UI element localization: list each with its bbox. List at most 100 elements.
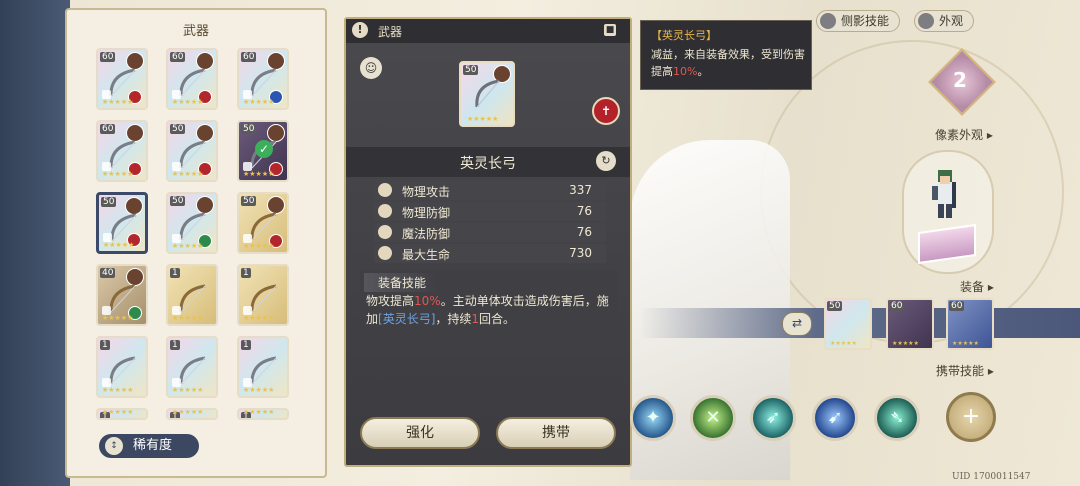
tooltip-text: 。 (697, 65, 709, 78)
sort-rarity-button[interactable]: ↕ 稀有度 (99, 434, 199, 458)
weapon-level: 50 (170, 196, 186, 206)
card-level: 50 (463, 65, 479, 75)
weapon-card[interactable]: 1 ★★★★★ (96, 408, 148, 420)
weapon-card[interactable]: 1 ★★★★★ (237, 264, 289, 326)
magic-shield-icon (378, 225, 392, 239)
rarity-stars: ★★★★★ (102, 386, 134, 394)
weapon-level: 60 (170, 52, 186, 62)
crossbow-icon (109, 356, 136, 385)
rarity-stars: ★★★★★ (172, 386, 204, 394)
skill-burst-icon: ✦ (645, 407, 661, 428)
weapon-card[interactable]: 50 ★★★★★ (96, 192, 148, 254)
upgrade-button[interactable]: 强化 (360, 417, 480, 449)
weapon-level: 60 (100, 52, 116, 62)
stat-value: 730 (569, 246, 592, 260)
weapon-level: 1 (170, 268, 180, 278)
stat-value: 76 (576, 204, 592, 218)
rarity-stars: ★★★★★ (172, 242, 204, 250)
rarity-stars: ★★★★★ (172, 170, 204, 178)
weapon-card[interactable]: 50 ★★★★★ (237, 192, 289, 254)
skill-slot-2[interactable]: ✕ (690, 395, 736, 441)
weapon-list-panel: 武器 60 ★★★★★ 60 ★★★★★ 60 ★★★★★ 60 ★★★★★ 50 ★★★★★ 50… (65, 8, 327, 478)
carry-button[interactable]: 携带 (496, 417, 616, 449)
stat-label: 物理防御 (402, 206, 451, 220)
sword-icon (378, 183, 392, 197)
rarity-stars: ★★★★★ (243, 242, 275, 250)
rarity-stars: ★★★★★ (243, 98, 275, 106)
pixel-appearance-label: 像素外观 ▸ (935, 128, 993, 142)
weapon-card[interactable]: 60 ★★★★★ (96, 48, 148, 110)
rarity-stars: ★★★★★ (243, 170, 275, 178)
add-skill-button[interactable]: + (946, 392, 996, 442)
desc-highlight: 1 (471, 312, 480, 326)
background-left-band (0, 0, 70, 486)
stat-row: 物理攻击 337 (374, 181, 606, 200)
equip-skill-box: 装备技能 物攻提高10%。主动单体攻击造成伤害后，施加[英灵长弓]，持续1回合。 (360, 270, 618, 332)
lock-icon (172, 408, 181, 409)
weapon-level: 60 (241, 52, 257, 62)
equipped-slot-armor[interactable]: 60 ★★★★★ (886, 298, 934, 350)
weapon-card[interactable]: 1 ★★★★★ (237, 336, 289, 398)
weapon-level: 50 (101, 197, 117, 207)
refresh-icon[interactable]: ↻ (596, 151, 616, 171)
weapon-level: 1 (170, 340, 180, 350)
weapon-card[interactable]: 1 ★★★★★ (166, 264, 218, 326)
swap-equipment-icon[interactable]: ⇄ (782, 312, 812, 336)
weapon-card[interactable]: 60 ★★★★★ (237, 48, 289, 110)
stat-value: 337 (569, 183, 592, 197)
user-id: UID 1700011547 (952, 472, 1031, 482)
skill-cross-icon: ✕ (705, 407, 721, 428)
weapon-detail-panel: ! 武器 ■ ☺ 50 ★★★★★ ✝ 英灵长弓 ↻ 物理攻击 337 物理防御… (344, 17, 632, 467)
rarity-stars: ★★★★★ (243, 314, 275, 322)
weapon-card[interactable]: 1 ★★★★★ (96, 336, 148, 398)
detail-header: ! 武器 ■ (346, 19, 630, 43)
skill-volley-icon: ➹ (827, 407, 843, 428)
stat-value: 76 (576, 225, 592, 239)
weapon-card[interactable]: 50 ✓ ★★★★★ (237, 120, 289, 182)
equipped-slot-accessory[interactable]: 60 ★★★★★ (946, 298, 994, 350)
stat-label: 魔法防御 (402, 227, 451, 241)
crossbow-icon (179, 356, 206, 385)
skill-slot-4[interactable]: ➹ (812, 395, 858, 441)
rank-number: 2 (953, 68, 967, 92)
weapon-level: 50 (170, 124, 186, 134)
info-icon[interactable]: ! (352, 22, 368, 38)
crossbow-icon (179, 284, 206, 313)
weapon-card[interactable]: 50 ★★★★★ (166, 192, 218, 254)
skill-slot-1[interactable]: ✦ (630, 395, 676, 441)
weapon-level: 1 (241, 268, 251, 278)
tab-label: 侧影技能 (841, 14, 890, 28)
card-stars: ★★★★★ (467, 115, 499, 123)
stat-row: 最大生命 730 (374, 244, 606, 263)
tooltip-description: 减益，来自装备效果，受到伤害提高10%。 (651, 46, 807, 80)
weapon-list-title: 武器 (182, 24, 209, 39)
lock-icon[interactable]: ■ (604, 24, 616, 36)
lock-icon (102, 408, 111, 409)
crossbow-icon (250, 284, 277, 313)
weapon-card[interactable]: 40 ★★★★★ (96, 264, 148, 326)
weapon-card[interactable]: 1 ★★★★★ (237, 408, 289, 420)
weapon-name-bar: 英灵长弓 ↻ (346, 147, 630, 177)
tab-shadow-skill[interactable]: 侧影技能 (816, 10, 901, 32)
stat-label: 物理攻击 (402, 185, 451, 199)
try-on-icon[interactable]: ☺ (360, 57, 382, 79)
skill-arrow-icon: ➶ (765, 407, 781, 428)
equipped-slot-weapon[interactable]: 50 ★★★★★ (824, 298, 872, 350)
weapon-card[interactable]: 50 ★★★★★ (166, 120, 218, 182)
selected-weapon-card: 50 ★★★★★ (459, 61, 515, 127)
weapon-card[interactable]: 60 ★★★★★ (96, 120, 148, 182)
detail-category: 武器 (378, 25, 403, 39)
desc-text: ，持续 (435, 312, 472, 326)
tab-appearance[interactable]: 外观 (914, 10, 975, 32)
weapon-card[interactable]: 60 ★★★★★ (166, 48, 218, 110)
carry-skill-label: 携带技能 ▸ (936, 364, 994, 378)
skill-slot-5[interactable]: ➴ (874, 395, 920, 441)
debuff-link[interactable]: [英灵长弓] (378, 312, 435, 326)
weapon-card[interactable]: 1 ★★★★★ (166, 408, 218, 420)
weapon-card[interactable]: 1 ★★★★★ (166, 336, 218, 398)
skill-slot-3[interactable]: ➶ (750, 395, 796, 441)
slot-level: 50 (827, 301, 843, 311)
weapon-name: 英灵长弓 (460, 156, 516, 172)
slot-stars: ★★★★★ (952, 340, 979, 347)
weapon-level: 1 (100, 340, 110, 350)
